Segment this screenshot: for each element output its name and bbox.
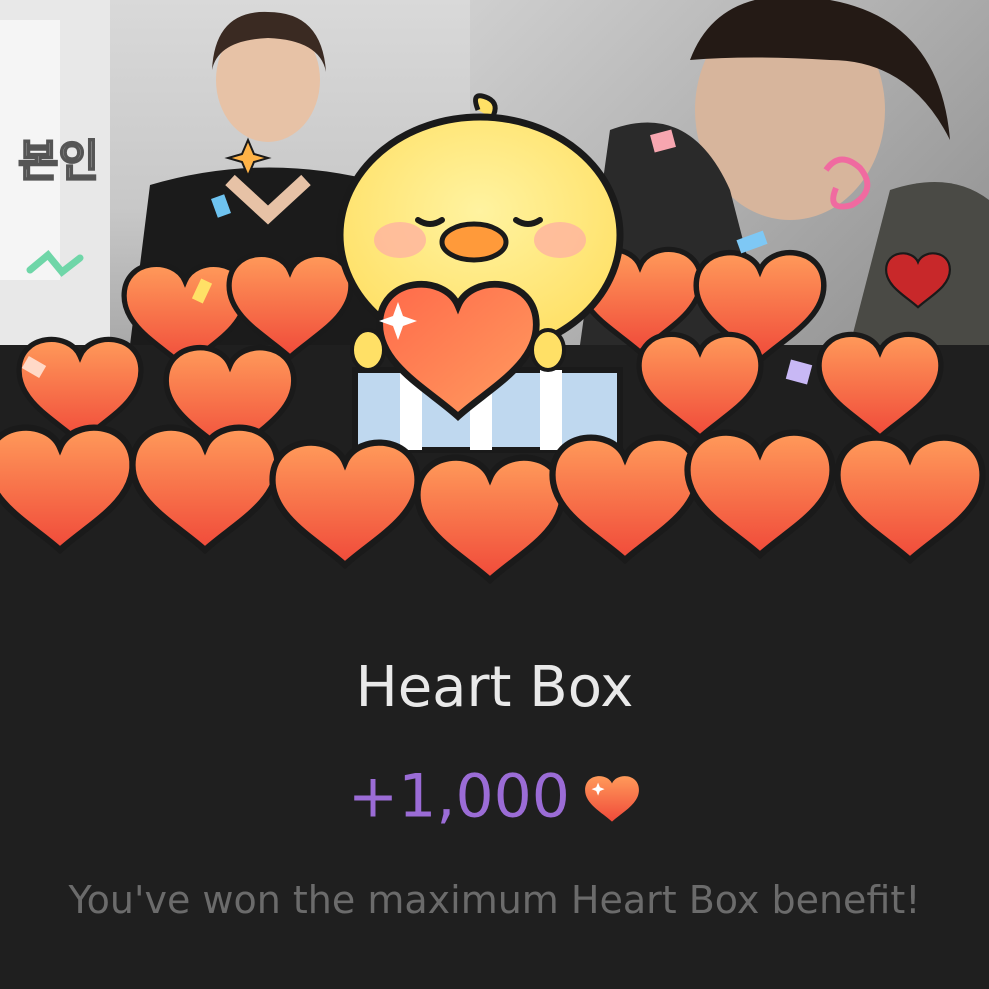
heart-back-2 [229, 254, 351, 357]
heart-front-3 [273, 443, 418, 565]
heart-box-animation [0, 0, 989, 600]
result-message: You've won the maximum Heart Box benefit… [68, 878, 921, 922]
heart-icon [583, 771, 641, 823]
heart-front-5 [553, 438, 698, 560]
heart-front-6 [688, 433, 833, 555]
reward-amount: +1,000 [347, 761, 570, 832]
heart-front-1 [0, 428, 133, 550]
dialog-title: Heart Box [355, 655, 634, 720]
heart-mid-4 [819, 334, 941, 437]
heart-mid-3 [639, 334, 761, 437]
heart-front-2 [133, 428, 278, 550]
reward-row: +1,000 [0, 758, 989, 834]
heart-front-7 [838, 438, 983, 560]
